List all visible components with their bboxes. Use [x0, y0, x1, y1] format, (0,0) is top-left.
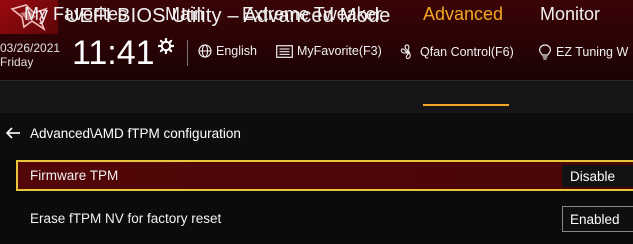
tab-extreme-tweaker[interactable]: Extreme Tweaker — [242, 4, 382, 25]
tab-advanced[interactable]: Advanced — [423, 4, 503, 25]
language-label: English — [216, 44, 257, 58]
favorite-list-icon — [276, 44, 293, 58]
main-menu-bar — [0, 80, 633, 114]
setting-label-erase-ftpm: Erase fTPM NV for factory reset — [30, 211, 222, 226]
toolbar-separator — [187, 40, 188, 66]
ez-tuning-button[interactable]: EZ Tuning W — [538, 44, 628, 60]
setting-label-firmware-tpm: Firmware TPM — [30, 168, 119, 183]
globe-icon — [198, 44, 212, 58]
breadcrumb: Advanced\AMD fTPM configuration — [30, 126, 241, 141]
date-value: 03/26/2021 — [0, 41, 61, 55]
qfan-control-button[interactable]: Qfan Control(F6) — [400, 44, 514, 60]
day-value: Friday — [0, 55, 34, 69]
active-tab-underline — [423, 104, 509, 106]
tab-monitor[interactable]: Monitor — [540, 4, 600, 25]
back-arrow-icon[interactable] — [5, 126, 21, 140]
ez-tuning-label: EZ Tuning W — [556, 45, 629, 59]
date-display: 03/26/2021 Friday — [0, 41, 60, 69]
myfavorite-button[interactable]: MyFavorite(F3) — [276, 44, 382, 58]
erase-ftpm-select[interactable]: Enabled — [562, 206, 633, 232]
gear-icon[interactable] — [158, 38, 174, 54]
fan-icon — [400, 44, 411, 60]
qfan-label: Qfan Control(F6) — [420, 45, 514, 59]
tab-main[interactable]: Main — [165, 4, 204, 25]
tab-my-favorites[interactable]: My Favorites — [24, 4, 127, 25]
clock-display: 11:41 — [72, 34, 155, 72]
firmware-tpm-select[interactable]: Disable — [562, 165, 633, 187]
lightbulb-icon — [538, 44, 552, 60]
myfavorite-label: MyFavorite(F3) — [297, 44, 382, 58]
language-button[interactable]: English — [198, 44, 257, 58]
